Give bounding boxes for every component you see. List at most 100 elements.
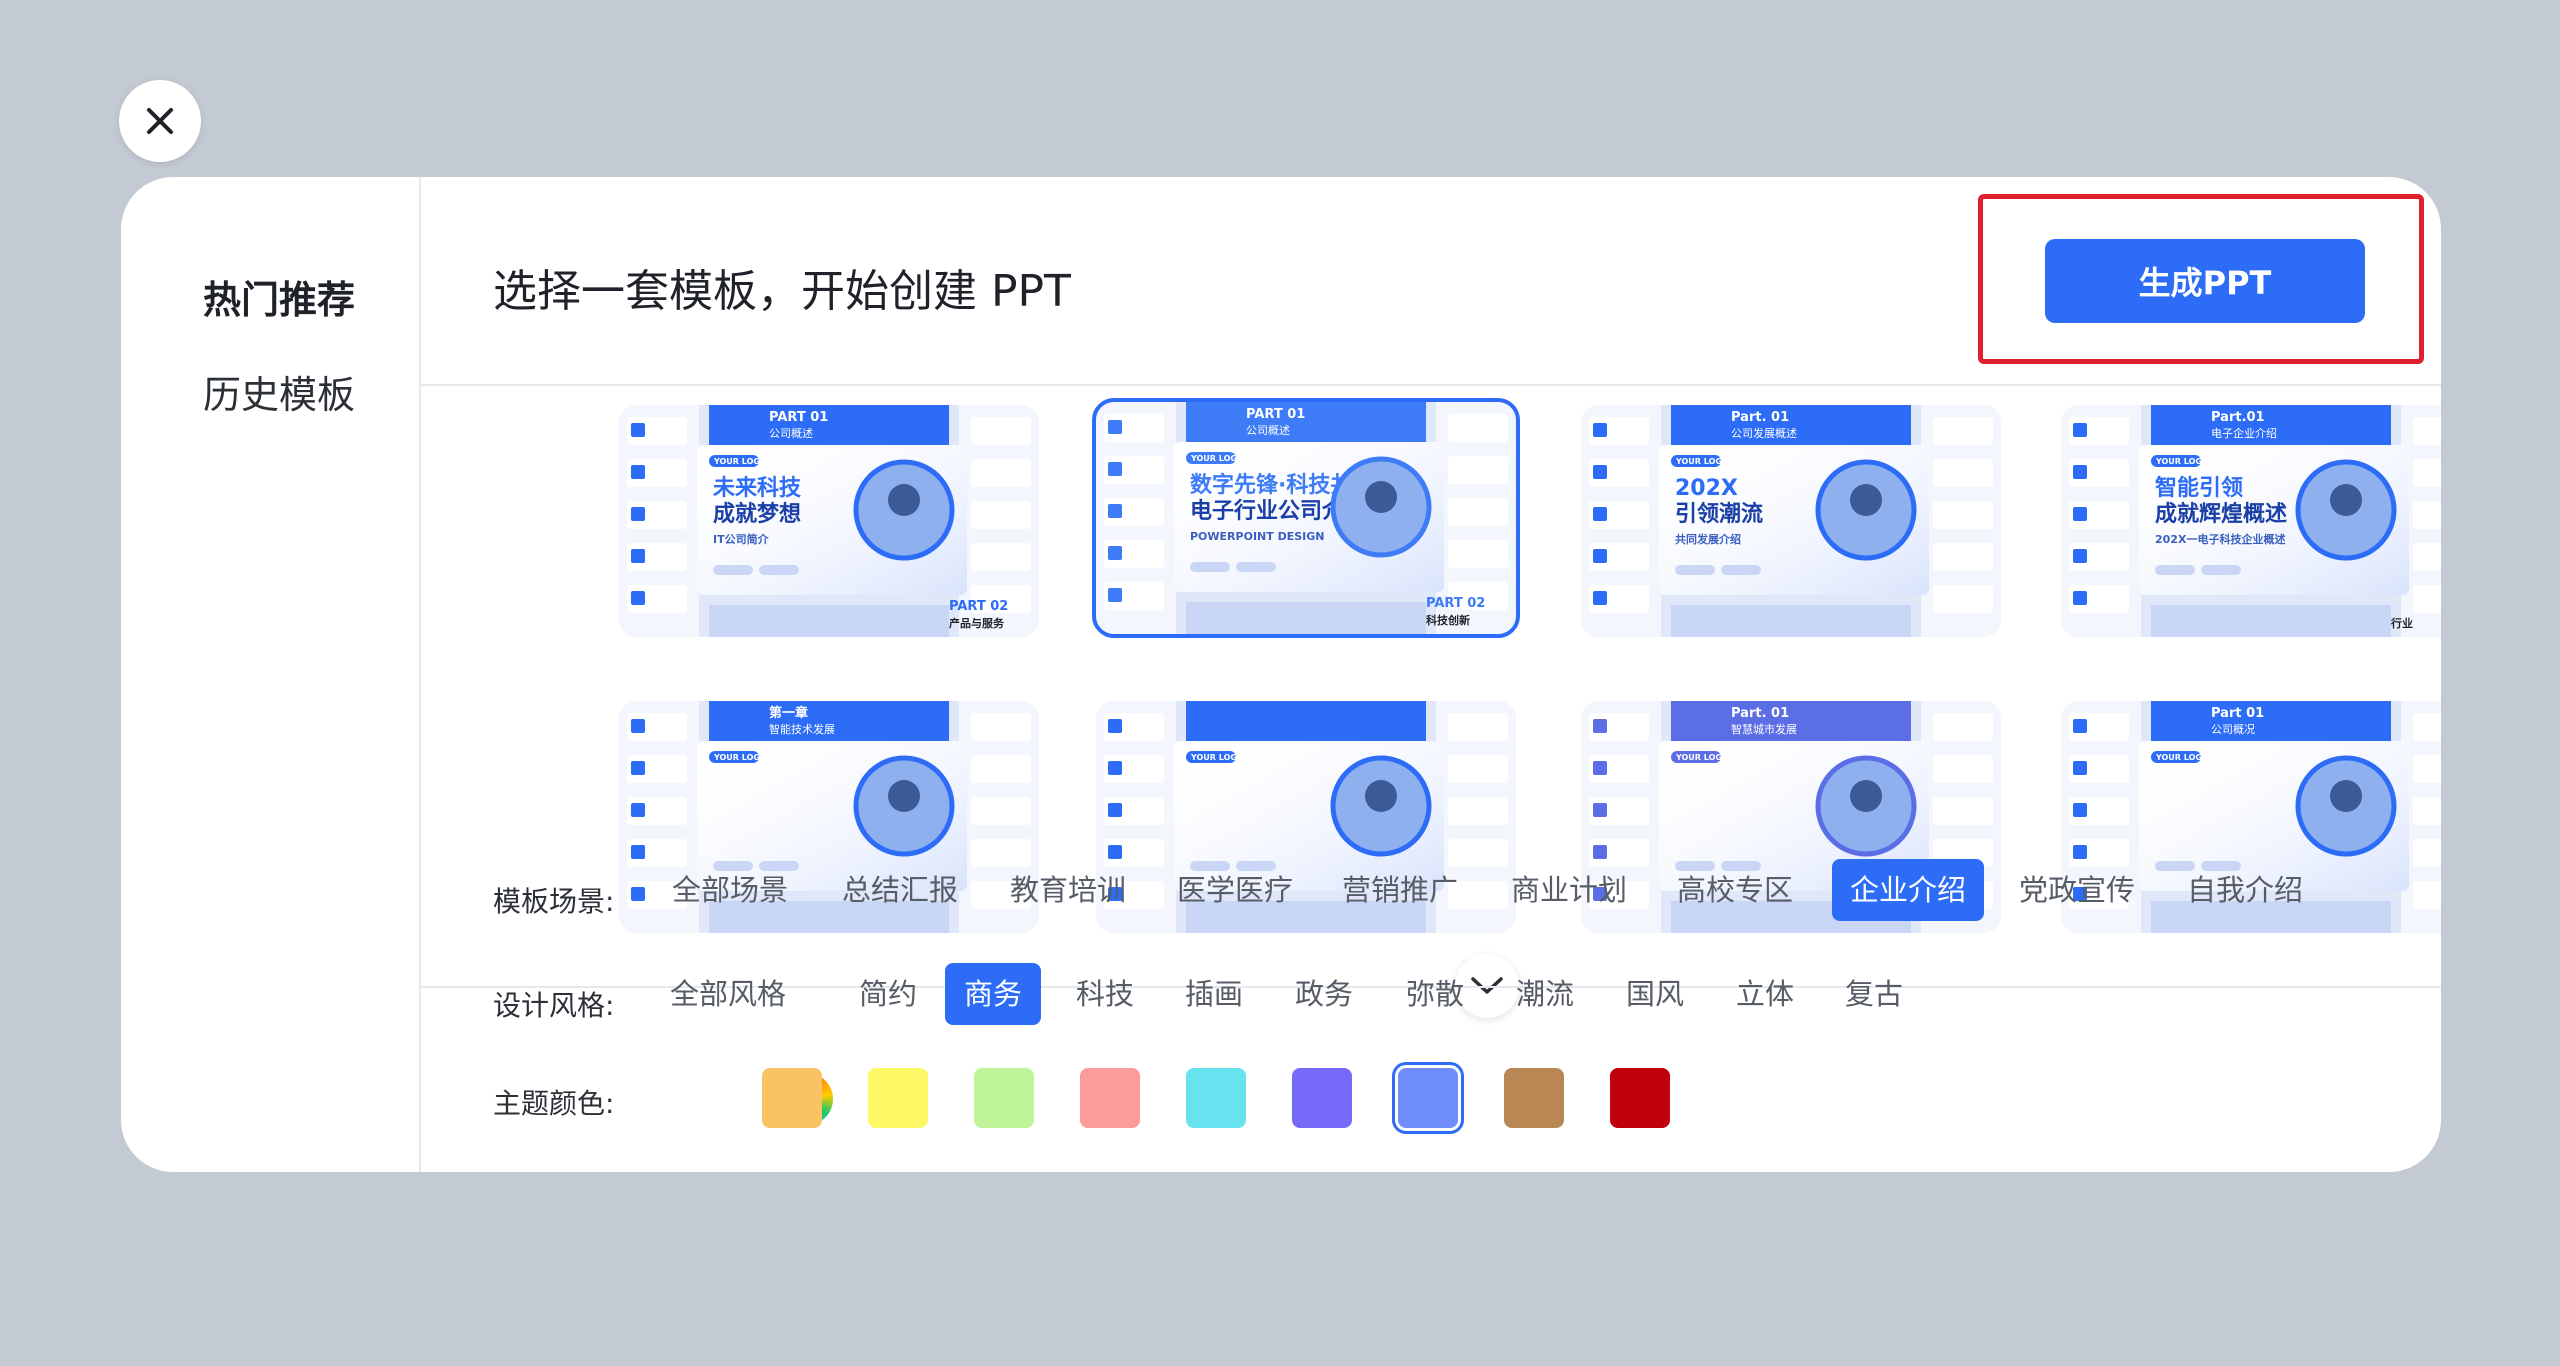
thumb-headline-2: 成就梦想 — [713, 501, 801, 527]
template-card[interactable]: Part.01 电子企业介绍 YOUR LOGO 智能引领 成就辉煌概述 202X一电子科… — [2061, 405, 2441, 637]
thumb-photo-figure — [1850, 484, 1882, 516]
thumb-mini-icon — [1593, 465, 1607, 479]
template-dialog: 热门推荐 历史模板 选择一套模板，开始创建 PPT 生成PPT PART 01 公… — [121, 177, 2441, 1172]
thumb-section-label: 智慧城市发展 — [1731, 722, 1797, 736]
thumb-mini-icon — [1593, 423, 1607, 437]
color-swatch[interactable] — [1186, 1068, 1246, 1128]
sidebar-item-history[interactable]: 历史模板 — [203, 364, 355, 419]
style-chip[interactable]: 商务 — [945, 963, 1041, 1025]
style-chip[interactable]: 弥散 — [1387, 963, 1483, 1025]
thumb-mini-icon — [2073, 719, 2087, 733]
thumb-subtitle: POWERPOINT DESIGN — [1190, 530, 1324, 543]
thumb-logo-text: YOUR LOGO — [1190, 454, 1244, 463]
color-swatch[interactable] — [762, 1068, 822, 1128]
thumb-logo-text: YOUR LOGO — [2155, 753, 2209, 762]
thumb-headline-2: 引领潮流 — [1675, 501, 1763, 527]
thumb-pill — [1190, 562, 1230, 572]
thumb-headline-1: 智能引领 — [2155, 475, 2243, 501]
thumb-banner — [1186, 701, 1426, 741]
style-chip[interactable]: 国风 — [1607, 963, 1703, 1025]
scene-chip[interactable]: 党政宣传 — [2002, 859, 2152, 921]
thumb-mini-icon — [1108, 803, 1122, 817]
thumb-pill — [1236, 562, 1276, 572]
close-button[interactable] — [119, 80, 201, 162]
color-swatch[interactable] — [868, 1068, 928, 1128]
thumb-part-label: PART 01 — [1246, 407, 1305, 422]
thumb-mini-slide — [2413, 417, 2441, 445]
color-swatch[interactable] — [1392, 1062, 1464, 1134]
color-swatch[interactable] — [1504, 1068, 1564, 1128]
thumb-mini-slide — [1933, 713, 1993, 741]
thumb-mini-slide — [971, 713, 1031, 741]
style-chip[interactable]: 插画 — [1166, 963, 1262, 1025]
style-chip[interactable]: 政务 — [1276, 963, 1372, 1025]
style-chip[interactable]: 立体 — [1717, 963, 1813, 1025]
thumb-mini-icon — [631, 423, 645, 437]
thumb-photo-figure — [1365, 780, 1397, 812]
thumb-logo-text: YOUR LOGO — [713, 457, 767, 466]
style-chip[interactable]: 潮流 — [1497, 963, 1593, 1025]
main-panel: 选择一套模板，开始创建 PPT 生成PPT PART 01 公司概述 YOUR LO… — [421, 177, 2441, 1172]
thumb-pill — [2201, 565, 2241, 575]
thumb-mini-slide — [2413, 501, 2441, 529]
thumb-mini-slide — [1933, 417, 1993, 445]
thumb-footer — [1186, 602, 1426, 634]
color-swatch[interactable] — [1292, 1068, 1352, 1128]
thumb-photo-figure — [888, 484, 920, 516]
thumb-mini-icon — [1108, 504, 1122, 518]
thumb-subtitle: 共同发展介绍 — [1675, 532, 1741, 546]
scene-chip[interactable]: 企业介绍 — [1832, 859, 1984, 921]
scene-chip[interactable]: 商业计划 — [1494, 859, 1644, 921]
thumb-mini-slide — [971, 755, 1031, 783]
thumb-logo-text: YOUR LOGO — [2155, 457, 2209, 466]
color-swatch[interactable] — [1610, 1068, 1670, 1128]
thumb-headline-1: 未来科技 — [713, 476, 802, 501]
style-chip[interactable]: 复古 — [1826, 963, 1922, 1025]
thumb-mini-slide — [2413, 713, 2441, 741]
thumb-mini-icon — [631, 887, 645, 901]
thumb-footer — [709, 605, 949, 637]
style-chip[interactable]: 科技 — [1057, 963, 1153, 1025]
thumb-mini-slide — [1448, 540, 1508, 568]
thumb-part2-label: PART 02 — [949, 599, 1008, 614]
scene-filter-label: 模板场景: — [493, 885, 615, 918]
scene-chip[interactable]: 总结汇报 — [825, 859, 975, 921]
sidebar-item-hot[interactable]: 热门推荐 — [203, 269, 355, 324]
thumb-mini-icon — [631, 465, 645, 479]
template-card[interactable]: PART 01 公司概述 YOUR LOGO 数字先锋·科技共享 电子行业公司介绍 POW… — [1092, 398, 1520, 638]
template-card[interactable]: PART 01 公司概述 YOUR LOGO 未来科技 成就梦想 IT公司简介 PART 0… — [619, 405, 1039, 637]
thumb-logo-text: YOUR LOGO — [713, 753, 767, 762]
template-card[interactable]: Part. 01 公司发展概述 YOUR LOGO 202X 引领潮流 共同发展介绍 — [1581, 405, 2001, 637]
template-thumbnail: Part. 01公司发展概述 YOUR LOGO 202X引领潮流共同发展介绍 — [1581, 405, 2001, 637]
style-chip[interactable]: 全部风格 — [653, 963, 803, 1025]
thumb-headline-1: 202X — [1675, 476, 1738, 501]
scene-chip[interactable]: 自我介绍 — [2170, 859, 2320, 921]
color-swatch[interactable] — [1080, 1068, 1140, 1128]
scene-chip[interactable]: 全部场景 — [655, 859, 805, 921]
scene-chip[interactable]: 教育培训 — [993, 859, 1143, 921]
thumb-logo-text: YOUR LOGO — [1190, 753, 1244, 762]
scene-chip[interactable]: 医学医疗 — [1160, 859, 1310, 921]
thumb-photo-figure — [2330, 484, 2362, 516]
generate-ppt-button[interactable]: 生成PPT — [2045, 239, 2365, 323]
thumb-subtitle: IT公司简介 — [713, 532, 770, 546]
thumb-mini-icon — [1593, 549, 1607, 563]
style-chip[interactable]: 简约 — [840, 963, 936, 1025]
thumb-mini-icon — [1593, 507, 1607, 521]
thumb-mini-icon — [1108, 845, 1122, 859]
thumb-section2-label: 行业 — [2390, 616, 2413, 630]
thumb-section-label: 智能技术发展 — [769, 722, 835, 736]
thumb-section2-label: 科技创新 — [1426, 613, 1470, 627]
thumb-part-label: Part.01 — [2211, 410, 2265, 425]
scene-chip[interactable]: 高校专区 — [1660, 859, 1810, 921]
thumb-mini-icon — [1108, 420, 1122, 434]
thumb-mini-slide — [1933, 755, 1993, 783]
template-thumbnail: PART 01 公司概述 YOUR LOGO 未来科技成就梦想 IT公司简介 PART 0… — [619, 405, 1039, 637]
thumb-mini-icon — [2073, 549, 2087, 563]
thumb-section-label: 电子企业介绍 — [2211, 426, 2277, 440]
thumb-mini-icon — [2073, 803, 2087, 817]
color-swatch[interactable] — [974, 1068, 1034, 1128]
thumb-mini-icon — [631, 761, 645, 775]
scene-chip[interactable]: 营销推广 — [1325, 859, 1475, 921]
thumb-mini-icon — [1593, 591, 1607, 605]
